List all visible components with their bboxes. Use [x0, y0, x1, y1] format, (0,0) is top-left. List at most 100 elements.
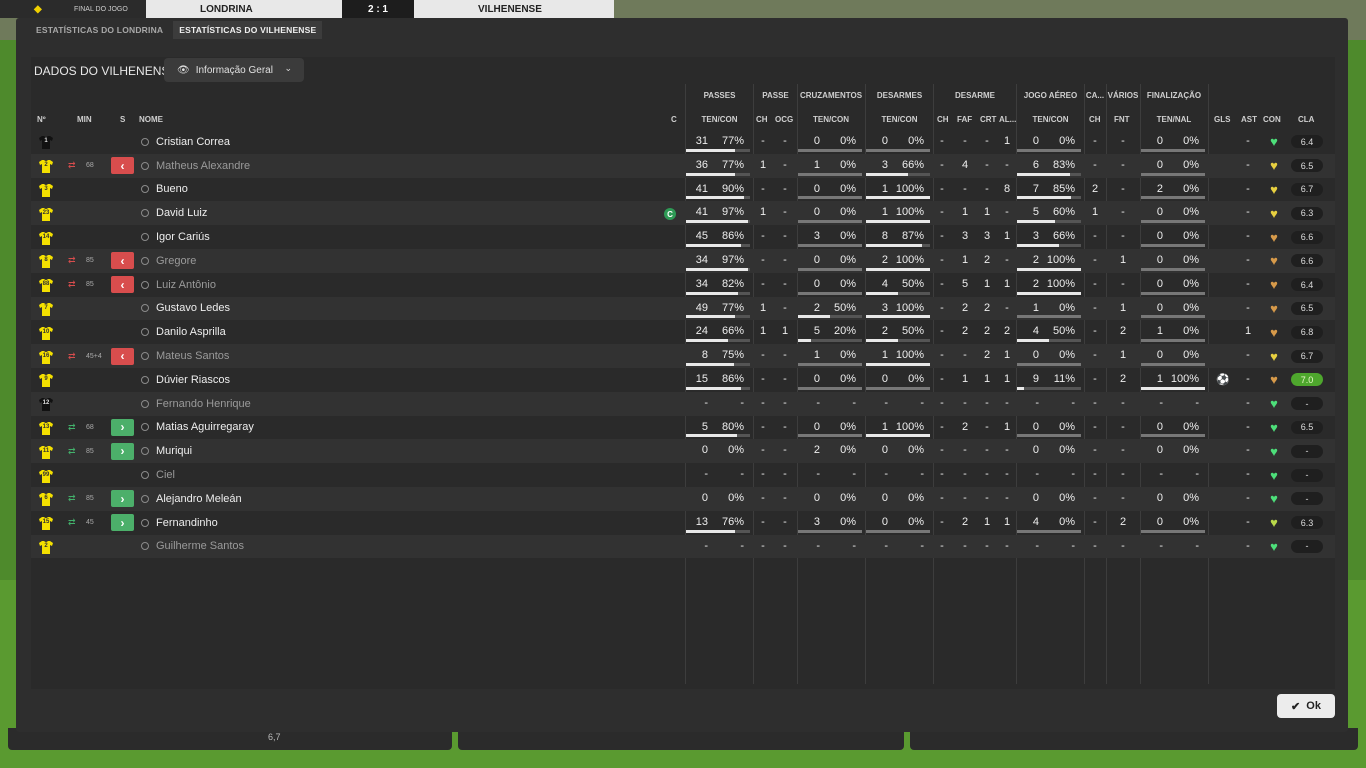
sub-out-arrow-icon[interactable]: ‹ — [111, 252, 134, 270]
player-name[interactable]: Fernandinho — [156, 517, 218, 529]
tab-londrina-stats[interactable]: ESTATÍSTICAS DO LONDRINA — [30, 21, 169, 39]
player-name-cell[interactable]: Bueno — [141, 178, 441, 202]
player-name-cell[interactable]: Dúvier Riascos — [141, 368, 441, 392]
table-row[interactable]: 1 Cristian Correa 31 77% 0 0% 0 0% 0 0% 0 0% - - - - - 1 -… — [31, 130, 1335, 154]
player-name[interactable]: Danilo Asprilla — [156, 326, 226, 338]
player-name[interactable]: Cristian Correa — [156, 136, 230, 148]
player-name-cell[interactable]: Matheus Alexandre — [141, 154, 441, 178]
sub-in-arrow-icon[interactable]: › — [111, 442, 134, 460]
header-aereo-ten-con[interactable]: TEN/CON — [1017, 115, 1084, 124]
table-row[interactable]: 6 ⇄ 85 › Alejandro Meleán 0 0% 0 0% 0 0% 0 0% 0 0% - - - -… — [31, 486, 1335, 511]
header-num[interactable]: Nº — [37, 115, 46, 124]
player-name[interactable]: Bueno — [156, 183, 188, 195]
player-name-cell[interactable]: Ciel — [141, 463, 441, 487]
table-row[interactable]: 10 Danilo Asprilla 24 66% 5 20% 2 50% 4 50% 1 0% 1 1 -… — [31, 320, 1335, 344]
header-jogo-aereo[interactable]: JOGO AÉREO — [1017, 91, 1084, 100]
view-dropdown[interactable]: 👁 Informação Geral ⌄ — [164, 58, 304, 82]
table-row[interactable]: 11 ⇄ 85 › Muriqui 0 0% 2 0% 0 0% 0 0% 0 0% - - - - - - - - - ♥ - — [31, 439, 1335, 464]
header-s[interactable]: S — [120, 115, 125, 124]
sub-in-arrow-icon[interactable]: › — [111, 514, 134, 532]
player-name[interactable]: Dúvier Riascos — [156, 374, 230, 386]
header-ca-ch[interactable]: CH — [1089, 115, 1101, 124]
passe-ocg-value: - — [783, 253, 787, 266]
sub-out-arrow-icon[interactable]: ‹ — [111, 276, 134, 294]
shirt-icon: 3 — [38, 183, 53, 197]
player-name[interactable]: Muriqui — [156, 445, 192, 457]
header-min[interactable]: MIN — [77, 115, 92, 124]
player-name[interactable]: Matheus Alexandre — [156, 160, 250, 172]
player-name[interactable]: Luiz Antônio — [156, 279, 216, 291]
minute-value: 68 — [86, 423, 94, 431]
player-name[interactable]: David Luiz — [156, 207, 207, 219]
player-name[interactable]: Igor Cariús — [156, 231, 210, 243]
table-row[interactable]: 14 Igor Cariús 45 86% 3 0% 8 87% 3 66% 0 0% - - -3 3 1- -… — [31, 225, 1335, 249]
sub-in-arrow-icon[interactable]: › — [111, 490, 134, 508]
header-desarme-ch[interactable]: CH — [937, 115, 949, 124]
header-c[interactable]: C — [671, 115, 677, 124]
player-name[interactable]: Matias Aguirregaray — [156, 421, 254, 433]
header-passe-ocg[interactable]: OCG — [775, 115, 793, 124]
header-ten-nal[interactable]: TEN/NAL — [1140, 115, 1208, 124]
table-row[interactable]: 3 Bueno 41 90% 0 0% 1 100% 7 85% 2 0% - - - - - 8 2 - - ♥ 6.7 — [31, 178, 1335, 202]
player-name-cell[interactable]: Luiz Antônio — [141, 273, 441, 297]
player-name-cell[interactable]: Mateus Santos — [141, 344, 441, 368]
table-row[interactable]: 7 Gustavo Ledes 49 77% 2 50% 3 100% 1 0% 0 0% 1 - - 2 2 -… — [31, 296, 1335, 321]
player-name-cell[interactable]: Alejandro Meleán — [141, 487, 441, 511]
table-row[interactable]: 23 David Luiz 41 97% 0 0% 1 100% 5 60% 0 0% 1 - - 1 1 - 1 -… — [31, 201, 1335, 226]
header-ast[interactable]: AST — [1241, 115, 1257, 124]
header-finalizacao[interactable]: FINALIZAÇÃO — [1140, 91, 1208, 100]
table-row[interactable]: 9 Dúvier Riascos 15 86% 0 0% 0 0% 9 11% 1 100% - - -1 1… — [31, 368, 1335, 392]
table-row[interactable]: 2 Guilherme Santos - - - - - - - - - - - - - - - - - - - ♥ - — [31, 534, 1335, 559]
player-name-cell[interactable]: Igor Cariús — [141, 225, 441, 249]
sub-out-arrow-icon[interactable]: ‹ — [111, 347, 134, 365]
player-name[interactable]: Alejandro Meleán — [156, 493, 242, 505]
tab-vilhenense-stats[interactable]: ESTATÍSTICAS DO VILHENENSE — [173, 21, 323, 39]
header-desarmes-ten-con[interactable]: TEN/CON — [866, 115, 933, 124]
player-name-cell[interactable]: Guilherme Santos — [141, 535, 441, 559]
player-name[interactable]: Fernando Henrique — [156, 398, 251, 410]
table-row[interactable]: 13 ⇄ 68 › Matias Aguirregaray 5 80% 0 0% 1 100% 0 0%… — [31, 416, 1335, 440]
header-passes-ten-con[interactable]: TEN/CON — [686, 115, 753, 124]
player-name[interactable]: Gustavo Ledes — [156, 302, 230, 314]
header-passes[interactable]: PASSES — [686, 91, 753, 100]
header-passe[interactable]: PASSE — [754, 91, 797, 100]
table-row[interactable]: 16 ⇄ 45+4 ‹ Mateus Santos 8 75% 1 0% 1 100% 0 0% 0 0% -… — [31, 344, 1335, 368]
header-ca[interactable]: CA... — [1084, 91, 1106, 100]
player-name-cell[interactable]: Gregore — [141, 249, 441, 273]
header-desarmes[interactable]: DESARMES — [866, 91, 933, 100]
header-cruzamentos[interactable]: CRUZAMENTOS — [797, 91, 865, 100]
table-row[interactable]: 15 ⇄ 45 › Fernandinho 13 76% 3 0% 0 0% 4 0% 0 0% - - -2 1 1… — [31, 511, 1335, 535]
header-nome[interactable]: NOME — [139, 115, 163, 124]
header-fnt[interactable]: FNT — [1114, 115, 1130, 124]
player-name-cell[interactable]: Muriqui — [141, 439, 441, 463]
table-row[interactable]: 2 ⇄ 68 ‹ Matheus Alexandre 36 77% 1 0% 3 66% 6 83% 0 0… — [31, 153, 1335, 178]
player-name-cell[interactable]: Cristian Correa — [141, 130, 441, 154]
player-name-cell[interactable]: Fernando Henrique — [141, 392, 441, 416]
header-cla[interactable]: CLA — [1298, 115, 1314, 124]
ok-button[interactable]: ✔ Ok — [1277, 694, 1335, 718]
header-desarme-crt[interactable]: CRT — [980, 115, 996, 124]
player-name-cell[interactable]: David Luiz — [141, 201, 441, 225]
player-name[interactable]: Ciel — [156, 469, 175, 481]
header-gls[interactable]: GLS — [1214, 115, 1230, 124]
player-name[interactable]: Gregore — [156, 255, 196, 267]
player-name-cell[interactable]: Fernandinho — [141, 511, 441, 535]
table-row[interactable]: 8 ⇄ 85 ‹ Gregore 34 97% 0 0% 2 100% 2 100% 0 0% - - - 1 2 - -… — [31, 248, 1335, 273]
header-passe-ch[interactable]: CH — [756, 115, 768, 124]
header-desarme-al[interactable]: AL... — [999, 115, 1016, 124]
player-name[interactable]: Mateus Santos — [156, 350, 229, 362]
header-varios[interactable]: VÁRIOS — [1106, 91, 1140, 100]
header-desarme[interactable]: DESARME — [934, 91, 1016, 100]
player-name-cell[interactable]: Danilo Asprilla — [141, 320, 441, 344]
sub-out-arrow-icon[interactable]: ‹ — [111, 157, 134, 175]
table-row[interactable]: 99 Ciel - - - - - - - - - - - - - - - - - - - ♥ - — [31, 463, 1335, 487]
table-row[interactable]: 12 Fernando Henrique - - - - - - - - - - - - - - - - - - - ♥ - — [31, 391, 1335, 416]
table-row[interactable]: 88 ⇄ 85 ‹ Luiz Antônio 34 82% 0 0% 4 50% 2 100% 0 0% - -… — [31, 273, 1335, 297]
header-con[interactable]: CON — [1263, 115, 1281, 124]
header-desarme-faf[interactable]: FAF — [957, 115, 972, 124]
player-name-cell[interactable]: Matias Aguirregaray — [141, 416, 441, 440]
header-cruz-ten-con[interactable]: TEN/CON — [797, 115, 865, 124]
player-name[interactable]: Guilherme Santos — [156, 540, 244, 552]
player-name-cell[interactable]: Gustavo Ledes — [141, 297, 441, 321]
sub-in-arrow-icon[interactable]: › — [111, 418, 134, 436]
